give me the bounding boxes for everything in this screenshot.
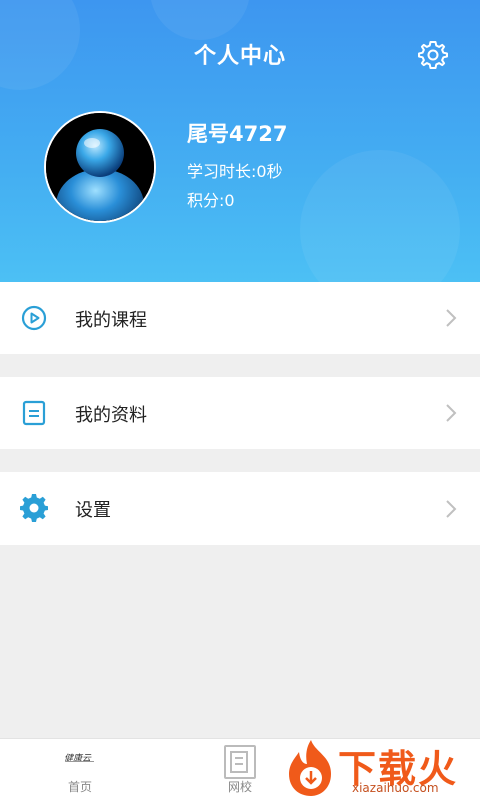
chevron-right-icon bbox=[446, 404, 457, 422]
tab-home[interactable]: 健康云 首页 bbox=[40, 739, 120, 801]
watermark-url: xiazaihuo.com bbox=[352, 781, 439, 795]
tab-label: 网校 bbox=[227, 780, 252, 794]
header-decoration bbox=[150, 0, 250, 40]
study-time: 学习时长:0秒 bbox=[187, 162, 283, 181]
home-logo: 健康云 bbox=[64, 754, 92, 764]
menu-item-label: 我的课程 bbox=[75, 310, 147, 331]
gear-filled-icon bbox=[20, 494, 48, 522]
menu-item-my-courses[interactable]: 我的课程 bbox=[0, 282, 480, 354]
header-decoration bbox=[300, 150, 460, 282]
gear-icon[interactable] bbox=[418, 40, 448, 70]
page-title: 个人中心 bbox=[193, 44, 286, 69]
document-icon bbox=[22, 400, 46, 426]
chevron-right-icon bbox=[446, 500, 457, 518]
school-icon bbox=[224, 745, 256, 779]
points: 积分:0 bbox=[187, 191, 235, 210]
chevron-right-icon bbox=[446, 309, 457, 327]
menu-item-label: 我的资料 bbox=[75, 405, 147, 426]
home-logo-underline bbox=[66, 761, 94, 762]
avatar[interactable] bbox=[44, 111, 156, 223]
user-avatar-icon bbox=[46, 113, 154, 221]
menu-item-label: 设置 bbox=[75, 500, 111, 521]
tab-school[interactable]: 网校 bbox=[200, 739, 280, 801]
menu-item-settings[interactable]: 设置 bbox=[0, 472, 480, 545]
play-circle-icon bbox=[21, 305, 47, 331]
tab-label: 首页 bbox=[67, 780, 92, 794]
flame-logo-icon bbox=[289, 740, 331, 796]
menu-item-my-materials[interactable]: 我的资料 bbox=[0, 377, 480, 449]
profile-header: 个人中心 尾号4727 学习时长:0秒 积分:0 bbox=[0, 0, 480, 282]
user-name: 尾号4727 bbox=[187, 122, 288, 146]
